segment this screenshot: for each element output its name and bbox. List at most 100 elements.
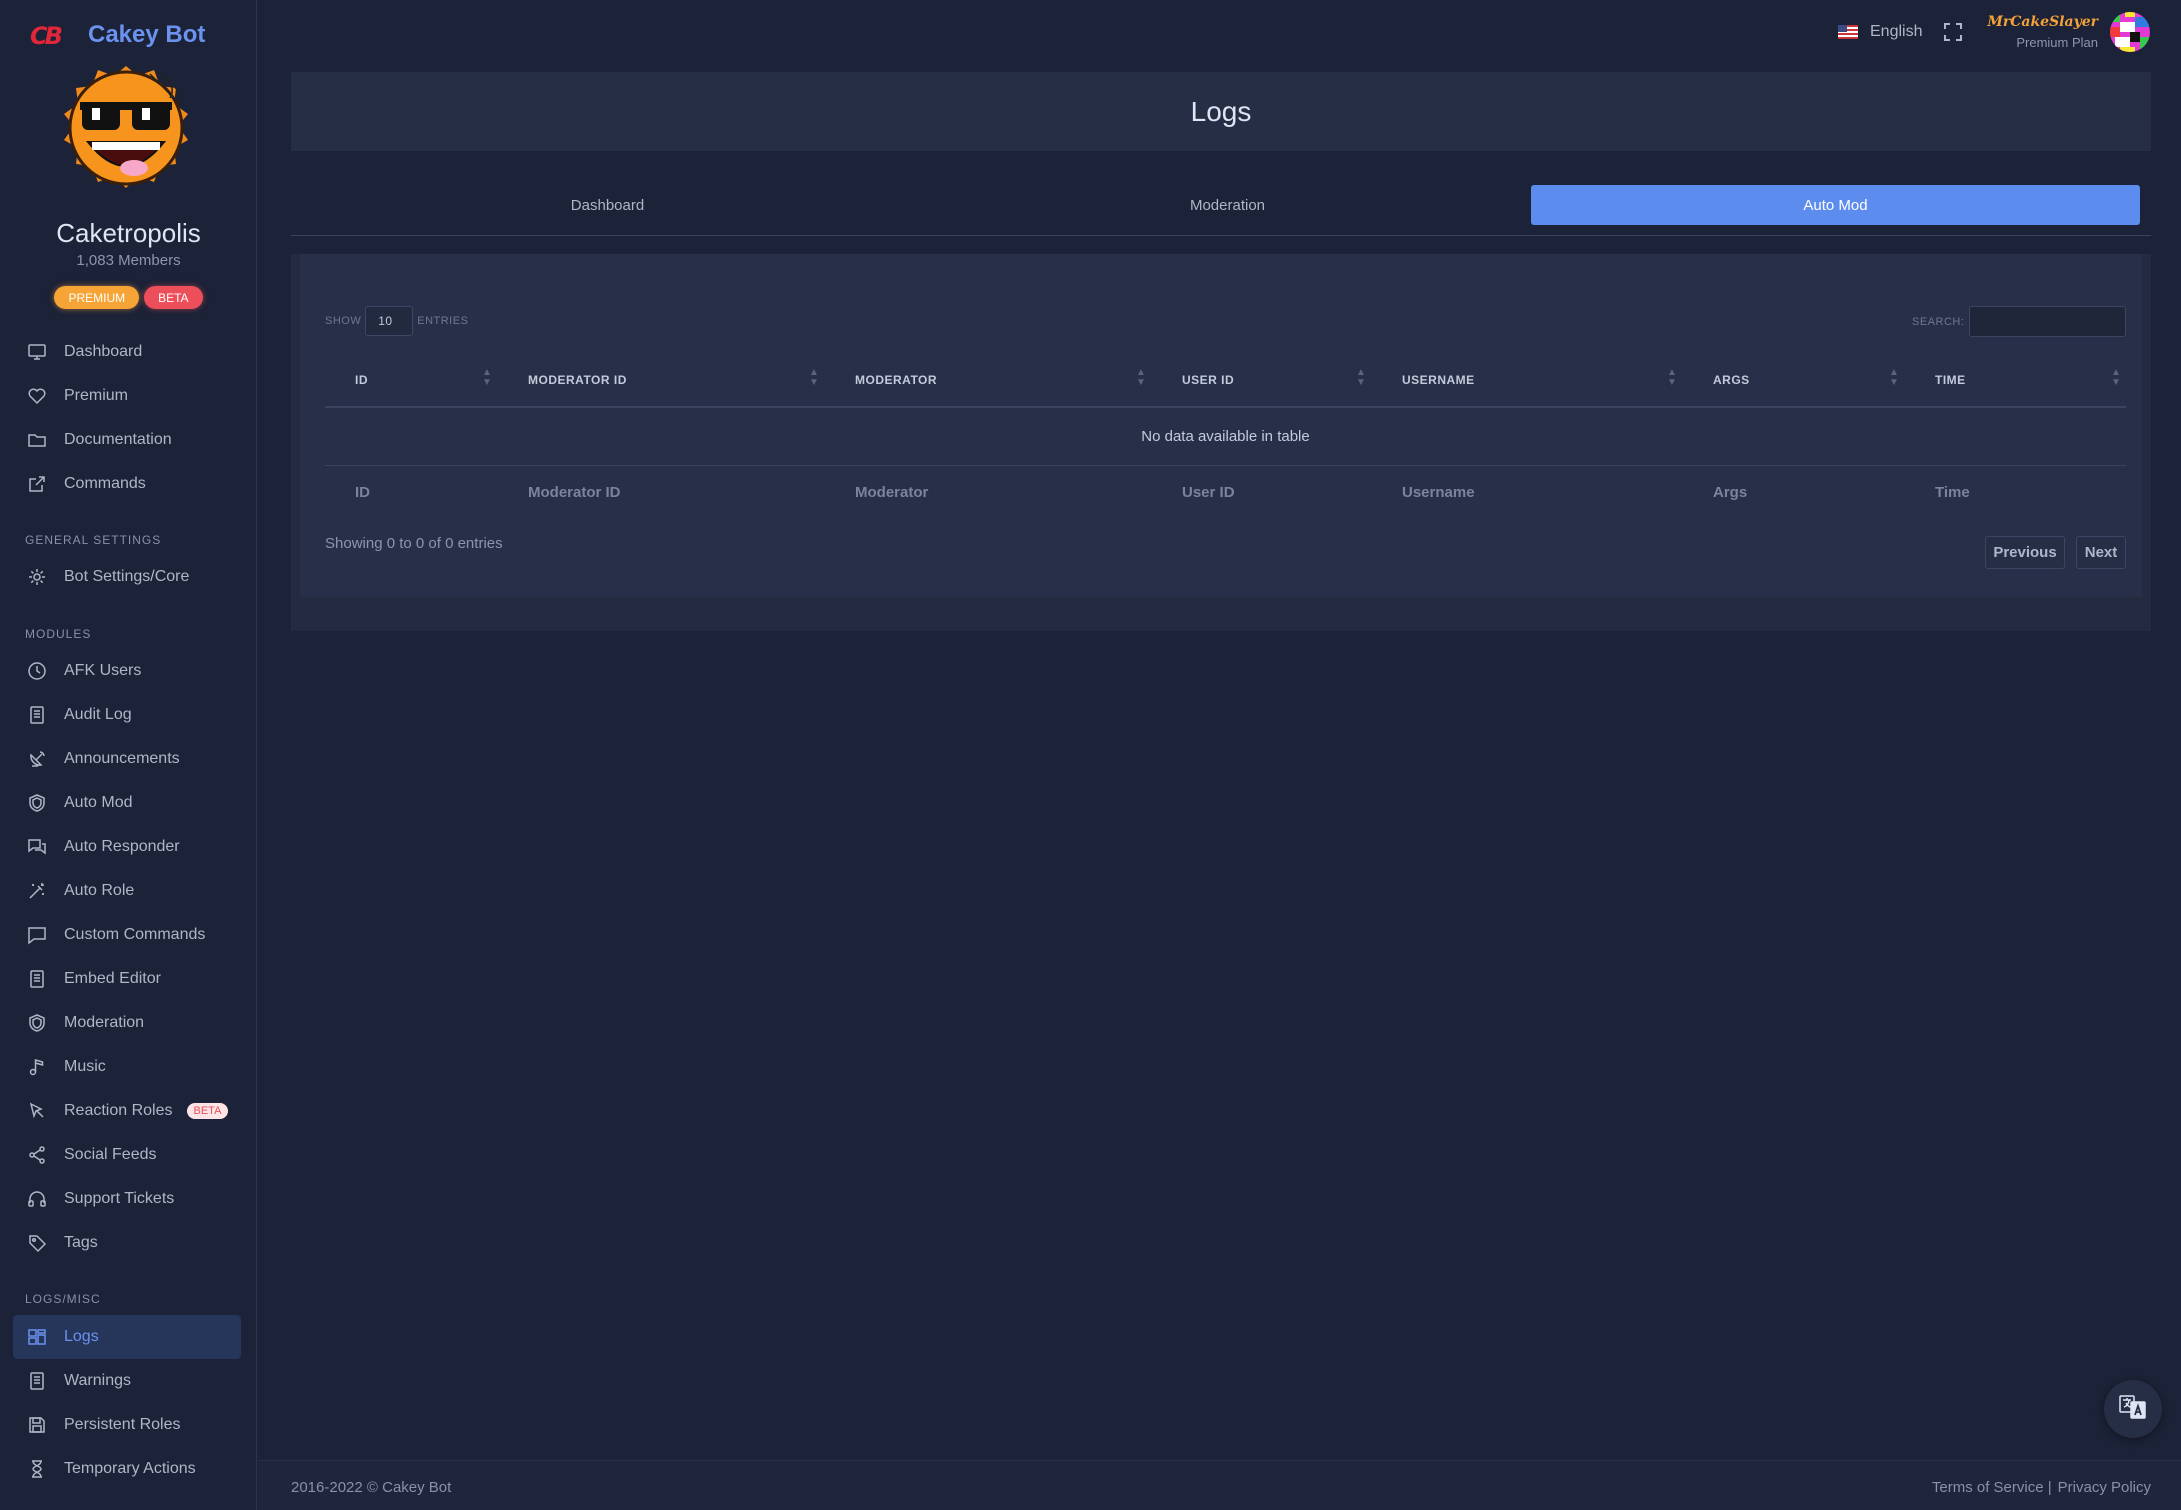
sidebar-item-commands[interactable]: Commands bbox=[13, 462, 241, 506]
search-label: SEARCH: bbox=[1912, 316, 1965, 328]
sidebar-item-auto-role[interactable]: Auto Role bbox=[13, 869, 241, 913]
document-icon bbox=[26, 968, 48, 990]
sidebar-item-moderation[interactable]: Moderation bbox=[13, 1001, 241, 1045]
sidebar-item-documentation[interactable]: Documentation bbox=[13, 418, 241, 462]
sidebar-item-label: Social Feeds bbox=[64, 1146, 157, 1163]
show-entries: SHOW 10 ENTRIES bbox=[325, 306, 468, 336]
sidebar-item-label: Premium bbox=[64, 387, 129, 404]
brand-logo: CB bbox=[30, 22, 63, 50]
sidebar-item-label: Tags bbox=[64, 1234, 98, 1251]
sidebar-item-label: Bot Settings/Core bbox=[64, 568, 190, 585]
sort-icon: ▲ ▼ bbox=[1667, 367, 1677, 388]
entries-select[interactable]: 10 bbox=[365, 306, 414, 336]
music-note-icon bbox=[26, 1056, 48, 1078]
sidebar-item-logs[interactable]: Logs bbox=[13, 1315, 241, 1359]
sidebar-item-custom-commands[interactable]: Custom Commands bbox=[13, 913, 241, 957]
document-icon bbox=[26, 1370, 48, 1392]
sidebar-item-label: Documentation bbox=[64, 431, 172, 448]
sidebar-item-label: Moderation bbox=[64, 1014, 145, 1031]
column-header-user-id[interactable]: USER ID bbox=[1182, 373, 1234, 387]
column-header-id[interactable]: ID bbox=[355, 373, 368, 387]
language-label: English bbox=[1870, 23, 1923, 40]
column-header-time[interactable]: TIME bbox=[1935, 373, 1966, 387]
sidebar-item-label: Auto Responder bbox=[64, 838, 180, 855]
tab-dashboard[interactable]: Dashboard bbox=[303, 185, 912, 225]
sidebar-item-dashboard[interactable]: Dashboard bbox=[13, 330, 241, 374]
sidebar-item-audit-log[interactable]: Audit Log bbox=[13, 693, 241, 737]
sidebar-item-label: Temporary Actions bbox=[64, 1460, 196, 1477]
column-header-args[interactable]: ARGS bbox=[1713, 373, 1750, 387]
column-footer-user-id: User ID bbox=[1182, 484, 1235, 501]
folder-icon bbox=[26, 429, 48, 451]
chat-bubbles-icon bbox=[26, 836, 48, 858]
save-icon bbox=[26, 1414, 48, 1436]
sidebar-item-label: Music bbox=[64, 1058, 106, 1075]
sidebar-item-embed-editor[interactable]: Embed Editor bbox=[13, 957, 241, 1001]
sidebar-item-label: Dashboard bbox=[64, 343, 143, 360]
premium-badge: PREMIUM bbox=[54, 286, 140, 309]
user-name[interactable]: MrCakeSlayer bbox=[1960, 14, 2098, 30]
server-badges: PREMIUM BETA bbox=[0, 286, 257, 309]
logs-tabs: Dashboard Moderation Auto Mod bbox=[291, 182, 2151, 236]
search-input[interactable] bbox=[1969, 306, 2126, 337]
translate-button[interactable] bbox=[2104, 1380, 2162, 1438]
sidebar-item-temporary-actions[interactable]: Temporary Actions bbox=[13, 1447, 241, 1491]
hourglass-icon bbox=[26, 1458, 48, 1480]
user-avatar[interactable] bbox=[2110, 12, 2150, 52]
sidebar-item-label: Embed Editor bbox=[64, 970, 161, 987]
sort-icon: ▲ ▼ bbox=[482, 367, 492, 388]
sidebar-item-support-tickets[interactable]: Support Tickets bbox=[13, 1177, 241, 1221]
sidebar-item-tags[interactable]: Tags bbox=[13, 1221, 241, 1265]
terms-link[interactable]: Terms of Service | bbox=[1932, 1479, 2052, 1496]
sidebar-item-label: Auto Role bbox=[64, 882, 135, 899]
message-icon bbox=[26, 924, 48, 946]
column-header-moderator[interactable]: MODERATOR bbox=[855, 373, 937, 387]
sidebar-item-reaction-roles[interactable]: Reaction Roles BETA bbox=[13, 1089, 241, 1133]
sidebar-item-auto-responder[interactable]: Auto Responder bbox=[13, 825, 241, 869]
sort-icon: ▲ ▼ bbox=[1136, 367, 1146, 388]
beta-badge: BETA bbox=[186, 1103, 229, 1119]
tab-moderation[interactable]: Moderation bbox=[923, 185, 1532, 225]
server-members: 1,083 Members bbox=[76, 252, 181, 269]
column-footer-id: ID bbox=[355, 484, 370, 501]
language-selector[interactable]: English bbox=[1838, 20, 1922, 44]
sort-icon: ▲ ▼ bbox=[1889, 367, 1899, 388]
sidebar-item-label: Persistent Roles bbox=[64, 1416, 181, 1433]
sidebar-item-auto-mod[interactable]: Auto Mod bbox=[13, 781, 241, 825]
privacy-link[interactable]: Privacy Policy bbox=[2058, 1479, 2151, 1496]
table-info: Showing 0 to 0 of 0 entries bbox=[325, 535, 503, 552]
sidebar-item-warnings[interactable]: Warnings bbox=[13, 1359, 241, 1403]
sidebar-item-afk-users[interactable]: AFK Users bbox=[13, 649, 241, 693]
sidebar-item-label: Commands bbox=[64, 475, 146, 492]
brand-name: Cakey Bot bbox=[88, 21, 206, 48]
logs-misc-heading: LOGS/MISC bbox=[25, 1292, 101, 1306]
monitor-icon bbox=[26, 341, 48, 363]
copyright: 2016-2022 © Cakey Bot bbox=[291, 1479, 452, 1496]
shield-icon bbox=[26, 1012, 48, 1034]
tag-icon bbox=[26, 1232, 48, 1254]
sidebar-item-label: Audit Log bbox=[64, 706, 132, 723]
satellite-icon bbox=[26, 748, 48, 770]
external-link-icon bbox=[26, 473, 48, 495]
tab-auto-mod[interactable]: Auto Mod bbox=[1531, 185, 2140, 225]
sidebar-item-bot-settings[interactable]: Bot Settings/Core bbox=[13, 555, 241, 599]
shield-icon bbox=[26, 792, 48, 814]
column-header-username[interactable]: USERNAME bbox=[1402, 373, 1475, 387]
empty-table-message: No data available in table bbox=[325, 408, 2126, 466]
sidebar: CB Cakey Bot Caketropolis 1,083 Members … bbox=[0, 0, 257, 1510]
table-card: SHOW 10 ENTRIES SEARCH: ID MODERATOR ID … bbox=[291, 254, 2151, 631]
us-flag-icon bbox=[1838, 25, 1858, 39]
column-footer-args: Args bbox=[1713, 484, 1748, 501]
column-footer-moderator: Moderator bbox=[855, 484, 929, 501]
show-label: SHOW bbox=[325, 315, 362, 327]
sidebar-item-persistent-roles[interactable]: Persistent Roles bbox=[13, 1403, 241, 1447]
sidebar-item-label: Announcements bbox=[64, 750, 180, 767]
brand[interactable]: CB Cakey Bot bbox=[30, 20, 205, 50]
sidebar-item-social-feeds[interactable]: Social Feeds bbox=[13, 1133, 241, 1177]
previous-button[interactable]: Previous bbox=[1985, 536, 2065, 569]
next-button[interactable]: Next bbox=[2076, 536, 2126, 569]
sidebar-item-music[interactable]: Music bbox=[13, 1045, 241, 1089]
sidebar-item-premium[interactable]: Premium bbox=[13, 374, 241, 418]
column-header-moderator-id[interactable]: MODERATOR ID bbox=[528, 373, 627, 387]
sidebar-item-announcements[interactable]: Announcements bbox=[13, 737, 241, 781]
